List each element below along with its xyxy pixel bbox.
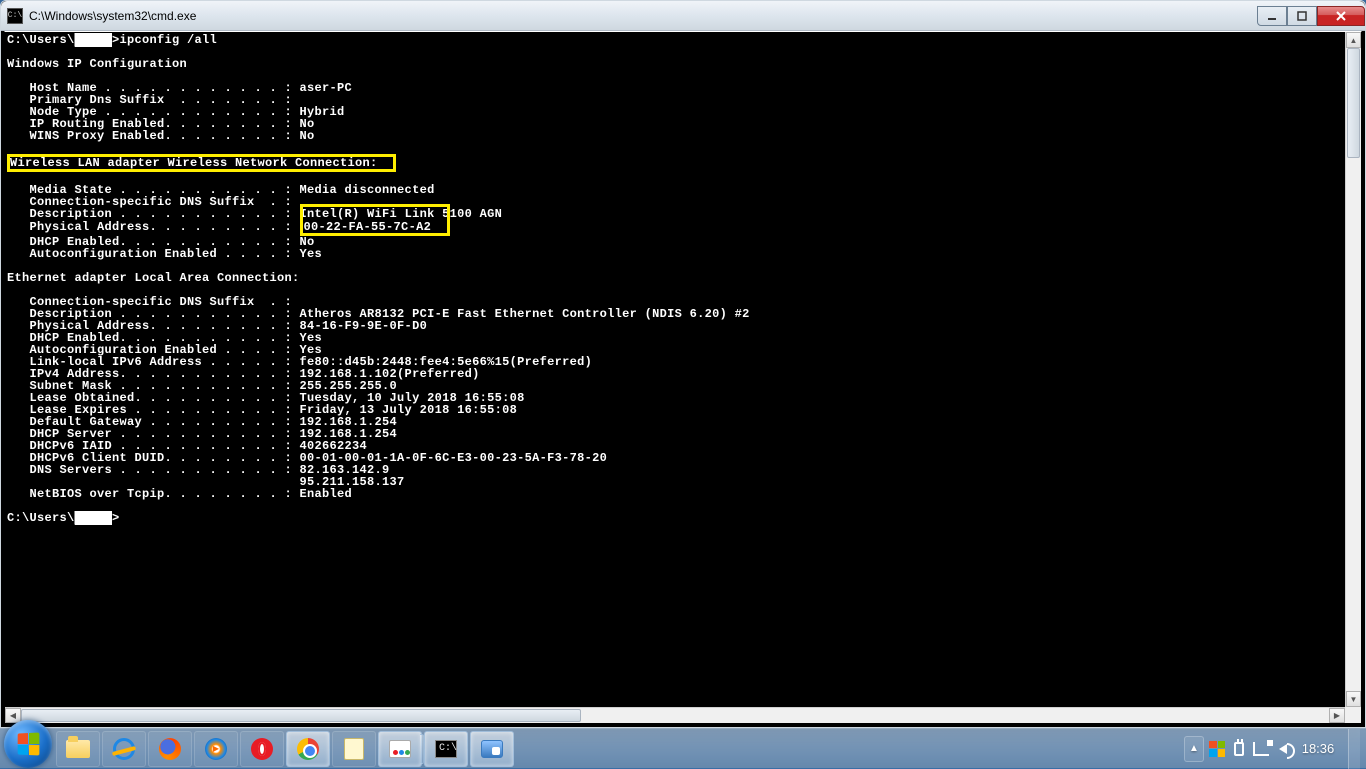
taskbar-app[interactable] [470,731,514,767]
typed-command: ipconfig /all [120,33,218,47]
opera-icon [251,738,273,760]
redacted-user: █████ [75,33,113,47]
cmd-icon: C:\ [7,8,23,24]
taskbar-sticky-notes[interactable] [332,731,376,767]
taskbar[interactable]: C:\ ▲ 18:36 [0,728,1366,768]
app-icon [481,740,503,758]
titlebar[interactable]: C:\ C:\Windows\system32\cmd.exe [1,1,1365,31]
minimize-button[interactable] [1257,6,1287,26]
wlan-autoconfig-line: Autoconfiguration Enabled . . . . : Yes [7,247,322,261]
hscroll-track[interactable] [21,708,1329,723]
taskbar-firefox[interactable] [148,731,192,767]
network-icon[interactable] [1252,740,1270,758]
taskbar-ie[interactable] [102,731,146,767]
vscroll-track[interactable] [1346,48,1361,691]
taskbar-explorer[interactable] [56,731,100,767]
prompt-line-2: C:\Users\█████> [7,511,120,525]
window-title: C:\Windows\system32\cmd.exe [29,9,1257,23]
taskbar-chrome[interactable] [286,731,330,767]
wins-proxy-line: WINS Proxy Enabled. . . . . . . . : No [7,129,315,143]
sticky-notes-icon [344,738,364,760]
redacted-user: █████ [75,511,113,525]
maximize-button[interactable] [1287,6,1317,26]
start-button[interactable] [4,720,52,768]
system-tray: ▲ 18:36 [1184,729,1366,768]
paint-icon [389,740,411,758]
mac-address-highlight: 00-22-FA-55-7C-A2 [300,204,451,236]
eth-heading: Ethernet adapter Local Area Connection: [7,271,300,285]
taskbar-clock[interactable]: 18:36 [1296,741,1340,756]
chrome-icon [297,738,319,760]
horizontal-scrollbar[interactable]: ◀ ▶ [5,707,1345,723]
cmd-icon: C:\ [435,740,457,758]
firefox-icon [159,738,181,760]
windows-logo-icon [18,732,40,755]
vscroll-thumb[interactable] [1347,48,1360,158]
volume-icon[interactable] [1274,740,1292,758]
window-controls [1257,6,1365,26]
eth-netbios-line: NetBIOS over Tcpip. . . . . . . . : Enab… [7,487,352,501]
vertical-scrollbar[interactable]: ▲ ▼ [1345,32,1361,707]
taskbar-media-player[interactable] [194,731,238,767]
terminal-output[interactable]: C:\Users\█████>ipconfig /all Windows IP … [5,32,1345,707]
taskbar-opera[interactable] [240,731,284,767]
power-icon[interactable] [1230,740,1248,758]
scroll-down-button[interactable]: ▼ [1346,691,1361,707]
tray-expand-button[interactable]: ▲ [1184,736,1204,762]
scroll-up-button[interactable]: ▲ [1346,32,1361,48]
wlan-heading: Wireless LAN adapter Wireless Network Co… [10,156,378,170]
action-center-icon[interactable] [1208,740,1226,758]
taskbar-cmd[interactable]: C:\ [424,731,468,767]
taskbar-paint[interactable] [378,731,422,767]
wlan-physical-address-line: Physical Address. . . . . . . . . : 00-2… [7,220,450,234]
hscroll-thumb[interactable] [21,709,581,722]
wlan-mac-address: 00-22-FA-55-7C-A2 [304,220,432,234]
wlan-heading-highlight: Wireless LAN adapter Wireless Network Co… [7,154,396,172]
client-area: C:\Users\█████>ipconfig /all Windows IP … [4,31,1362,724]
cmd-window: C:\ C:\Windows\system32\cmd.exe C:\Users… [0,0,1366,728]
folder-icon [66,740,90,758]
show-desktop-button[interactable] [1348,729,1360,769]
scroll-corner [1345,707,1361,723]
scroll-right-button[interactable]: ▶ [1329,708,1345,723]
ipconfig-heading: Windows IP Configuration [7,57,187,71]
close-button[interactable] [1317,6,1365,26]
pinned-apps: C:\ [56,729,514,768]
prompt-line: C:\Users\█████>ipconfig /all [7,33,217,47]
media-player-icon [205,738,227,760]
ie-icon [113,738,135,760]
